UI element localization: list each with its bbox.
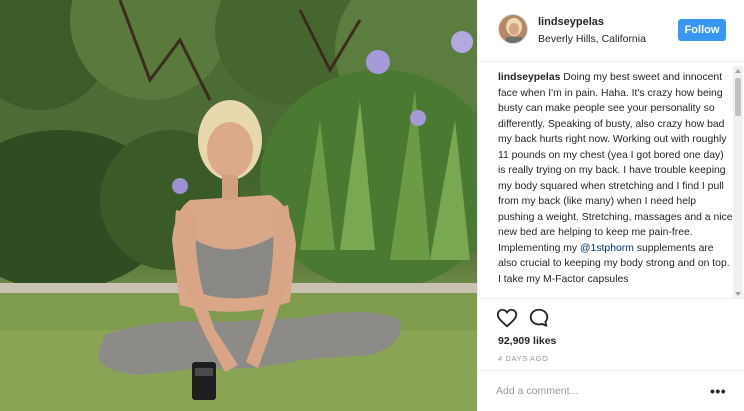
likes-count[interactable]: 92,909 likes bbox=[498, 335, 556, 347]
photo-illustration bbox=[0, 0, 477, 411]
caption-mention-link[interactable]: @1stphorm bbox=[580, 243, 634, 254]
speech-bubble-icon[interactable] bbox=[528, 307, 550, 329]
comment-bar: ••• bbox=[478, 370, 744, 411]
header-username[interactable]: lindseypelas bbox=[538, 16, 604, 28]
comment-input[interactable] bbox=[496, 381, 696, 401]
post-timestamp: 4 DAYS AGO bbox=[498, 354, 549, 363]
post-photo[interactable] bbox=[0, 0, 477, 411]
scroll-up-arrow-icon[interactable] bbox=[735, 69, 741, 73]
post-header: lindseypelas Beverly Hills, California F… bbox=[478, 0, 744, 62]
caption: lindseypelas Doing my best sweet and inn… bbox=[498, 70, 734, 298]
follow-button[interactable]: Follow bbox=[678, 19, 726, 41]
avatar[interactable] bbox=[498, 14, 528, 44]
scroll-down-arrow-icon[interactable] bbox=[735, 292, 741, 296]
caption-username[interactable]: lindseypelas bbox=[498, 72, 560, 83]
caption-text-part-1: Doing my best sweet and innocent face wh… bbox=[498, 72, 733, 254]
caption-scrollbar[interactable] bbox=[733, 66, 743, 299]
scroll-thumb[interactable] bbox=[735, 78, 741, 116]
ellipsis-icon[interactable]: ••• bbox=[710, 383, 726, 399]
header-location[interactable]: Beverly Hills, California bbox=[538, 33, 646, 45]
heart-icon[interactable] bbox=[496, 307, 518, 329]
post-sidebar: lindseypelas Beverly Hills, California F… bbox=[477, 0, 744, 411]
